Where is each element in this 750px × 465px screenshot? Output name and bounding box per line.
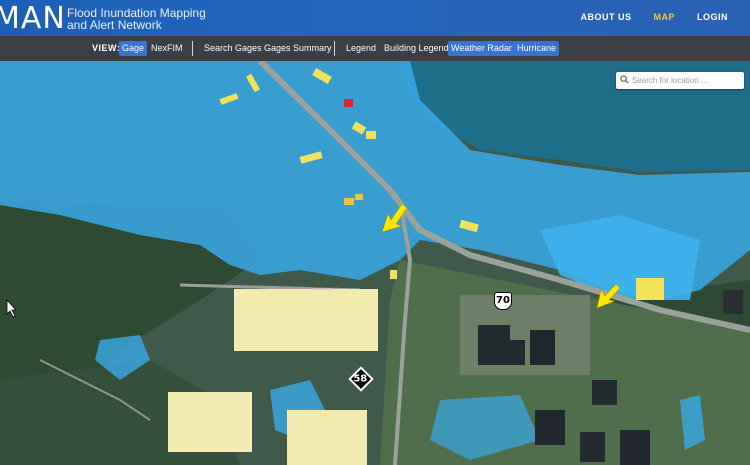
map-canvas[interactable]: [0, 61, 750, 465]
search-icon: [620, 75, 629, 84]
gages-summary-button[interactable]: Gages Summary: [261, 41, 335, 56]
app-header: MAN Flood Inundation Mapping and Alert N…: [0, 0, 750, 36]
flooded-building[interactable]: [390, 270, 397, 279]
flooded-building[interactable]: [234, 289, 378, 351]
location-search[interactable]: [616, 72, 744, 89]
campus-building: [535, 410, 565, 445]
nav-about-us[interactable]: ABOUT US: [581, 12, 632, 22]
state-route-number: 58: [353, 373, 368, 385]
top-nav: ABOUT US MAP LOGIN: [581, 12, 750, 22]
flooded-building[interactable]: [366, 131, 376, 139]
alert-building[interactable]: [344, 99, 353, 107]
street-label: ─────: [312, 286, 334, 292]
nav-login[interactable]: LOGIN: [697, 12, 728, 22]
nav-map[interactable]: MAP: [654, 12, 676, 22]
campus-building: [723, 290, 743, 314]
brand-subtitle-line2: and Alert Network: [67, 18, 162, 32]
flooded-building[interactable]: [355, 194, 363, 200]
flooded-building[interactable]: [636, 278, 664, 300]
hurricane-button[interactable]: Hurricane: [514, 41, 560, 56]
flood-map[interactable]: ─────: [0, 61, 750, 465]
toolbar-divider: [192, 41, 193, 56]
view-toolbar: VIEW: Gage NexFIM Search Gages Gages Sum…: [0, 36, 750, 61]
campus-building: [530, 330, 555, 365]
legend-button[interactable]: Legend: [343, 41, 379, 56]
search-gages-button[interactable]: Search Gages: [201, 41, 265, 56]
flooded-building[interactable]: [287, 410, 367, 465]
campus-building: [592, 380, 617, 405]
flooded-building[interactable]: [344, 198, 354, 205]
gage-button[interactable]: Gage: [119, 41, 148, 56]
nexfim-button[interactable]: NexFIM: [148, 41, 186, 56]
campus-building: [620, 430, 650, 465]
logo-text[interactable]: MAN: [0, 1, 66, 36]
us-route-shield: 70: [494, 292, 512, 310]
flooded-building[interactable]: [168, 392, 252, 452]
brand-subtitle: Flood Inundation Mapping and Alert Netwo…: [67, 7, 227, 31]
search-input[interactable]: [632, 74, 740, 87]
weather-radar-button[interactable]: Weather Radar: [448, 41, 515, 56]
campus-building: [580, 432, 605, 462]
toolbar-divider: [334, 41, 335, 56]
building-legend-button[interactable]: Building Legend: [381, 41, 452, 56]
